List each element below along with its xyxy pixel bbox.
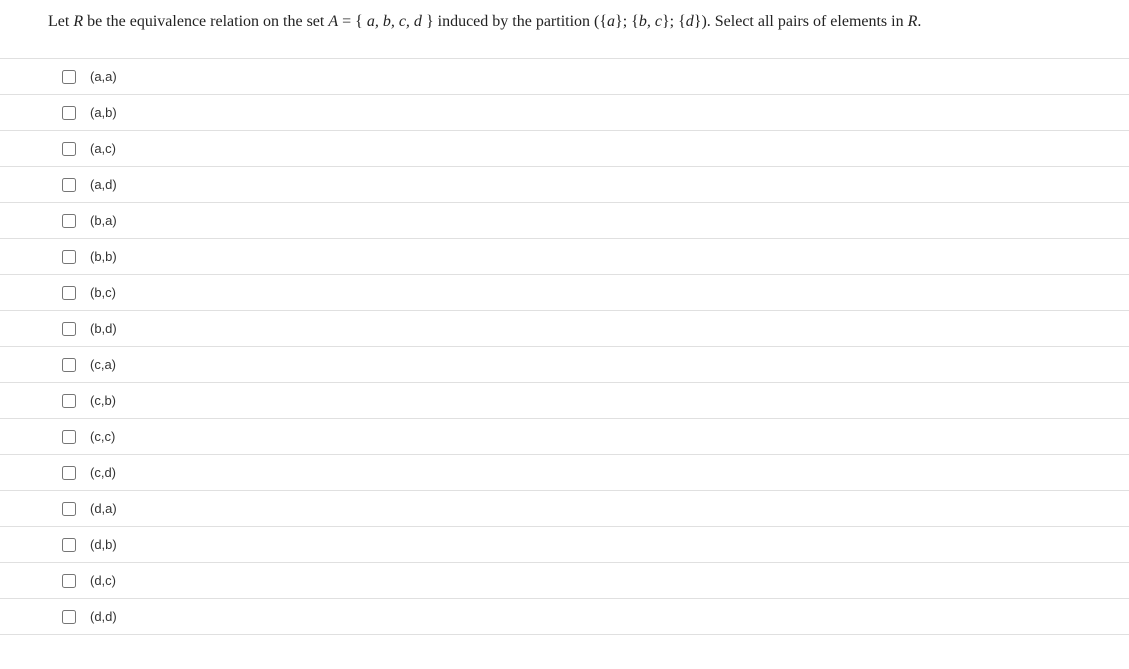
option-row: (c,b) (0, 383, 1129, 419)
option-row: (b,d) (0, 311, 1129, 347)
option-label: (a,c) (90, 141, 116, 156)
option-row: (d,b) (0, 527, 1129, 563)
option-checkbox-cc[interactable] (62, 430, 76, 444)
option-label: (a,a) (90, 69, 117, 84)
partition-2: b, c (639, 13, 662, 30)
option-row: (c,d) (0, 455, 1129, 491)
option-row: (d,d) (0, 599, 1129, 635)
partition-3: d (686, 13, 694, 30)
option-label: (c,a) (90, 357, 116, 372)
option-label: (c,b) (90, 393, 116, 408)
text-segment: . (917, 13, 921, 30)
text-segment: be the equivalence relation on the set (83, 13, 328, 30)
text-segment: } induced by the partition ({ (422, 13, 607, 30)
question-container: Let R be the equivalence relation on the… (0, 10, 1129, 635)
text-segment: }). Select all pairs of elements in (694, 13, 908, 30)
option-label: (a,b) (90, 105, 117, 120)
option-row: (b,c) (0, 275, 1129, 311)
option-checkbox-ac[interactable] (62, 142, 76, 156)
options-list: (a,a) (a,b) (a,c) (a,d) (b,a) (b,b) (b,c… (0, 58, 1129, 635)
option-label: (b,c) (90, 285, 116, 300)
option-row: (a,d) (0, 167, 1129, 203)
option-row: (d,a) (0, 491, 1129, 527)
option-label: (d,b) (90, 537, 117, 552)
text-segment: = { (338, 13, 367, 30)
option-checkbox-da[interactable] (62, 502, 76, 516)
option-row: (b,b) (0, 239, 1129, 275)
text-segment: }; { (615, 13, 639, 30)
option-row: (c,a) (0, 347, 1129, 383)
option-checkbox-ca[interactable] (62, 358, 76, 372)
option-row: (c,c) (0, 419, 1129, 455)
text-segment: Let (48, 13, 73, 30)
option-label: (b,b) (90, 249, 117, 264)
option-label: (d,c) (90, 573, 116, 588)
option-row: (d,c) (0, 563, 1129, 599)
option-label: (c,c) (90, 429, 115, 444)
text-segment: }; { (662, 13, 686, 30)
option-label: (c,d) (90, 465, 116, 480)
option-row: (a,c) (0, 131, 1129, 167)
option-checkbox-bb[interactable] (62, 250, 76, 264)
option-checkbox-dc[interactable] (62, 574, 76, 588)
option-checkbox-cd[interactable] (62, 466, 76, 480)
option-label: (b,a) (90, 213, 117, 228)
option-checkbox-ab[interactable] (62, 106, 76, 120)
option-checkbox-bc[interactable] (62, 286, 76, 300)
variable-r2: R (908, 13, 918, 30)
variable-a: A (328, 13, 338, 30)
option-checkbox-ba[interactable] (62, 214, 76, 228)
option-checkbox-ad[interactable] (62, 178, 76, 192)
partition-1: a (607, 13, 615, 30)
option-checkbox-dd[interactable] (62, 610, 76, 624)
option-row: (a,b) (0, 95, 1129, 131)
option-label: (d,d) (90, 609, 117, 624)
option-checkbox-cb[interactable] (62, 394, 76, 408)
question-text: Let R be the equivalence relation on the… (0, 10, 1129, 58)
option-checkbox-aa[interactable] (62, 70, 76, 84)
option-label: (a,d) (90, 177, 117, 192)
option-label: (b,d) (90, 321, 117, 336)
option-row: (b,a) (0, 203, 1129, 239)
variable-r: R (73, 13, 83, 30)
option-checkbox-bd[interactable] (62, 322, 76, 336)
set-elements: a, b, c, d (367, 13, 422, 30)
option-checkbox-db[interactable] (62, 538, 76, 552)
option-row: (a,a) (0, 59, 1129, 95)
option-label: (d,a) (90, 501, 117, 516)
